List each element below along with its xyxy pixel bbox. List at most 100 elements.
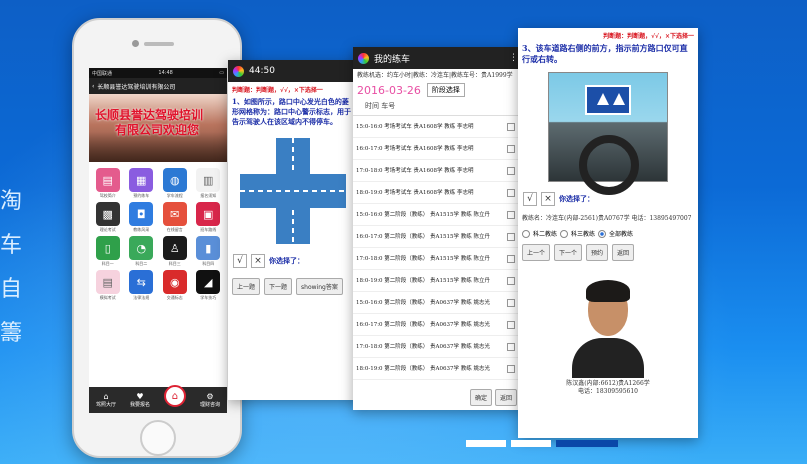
slot-row[interactable]: 18:0-19:0 考场考试车 贵A1608学 教练 李志明: [353, 182, 523, 204]
document-icon: ▥: [196, 168, 221, 192]
slot-checkbox[interactable]: [507, 188, 515, 197]
pager-dot-active[interactable]: [556, 440, 618, 447]
your-choice-label: 你选择了：: [269, 256, 304, 265]
slot-row[interactable]: 16:0-17:0 第二阶段（教练） 贵A1515学 教练 陈立丹: [353, 226, 523, 248]
prev-question-button[interactable]: 上一题: [232, 278, 261, 295]
slot-checkbox[interactable]: [507, 364, 515, 373]
slot-row[interactable]: 17:0-18:0 第二阶段（教练） 贵A1515学 教练 陈立丹: [353, 248, 523, 270]
slot-row[interactable]: 18:0-19:0 第二阶段（教练） 贵A0637学 教练 姚志光: [353, 358, 523, 380]
feature-tile[interactable]: ⇆ 法律法规: [126, 270, 158, 300]
feature-tile[interactable]: ◍ 学车流程: [159, 168, 191, 198]
feature-tile[interactable]: ▤ 驾校简介: [92, 168, 124, 198]
road-sign-image: [585, 85, 631, 115]
feature-label: 理论考试: [99, 227, 116, 232]
feature-tile[interactable]: ▤ 模拟考试: [92, 270, 124, 300]
slot-table-header: 时间 车号: [353, 97, 523, 116]
bottle-icon: ▮: [196, 236, 221, 260]
tab-hall[interactable]: ⌂ 驾照大厅: [96, 392, 116, 408]
tab-signup[interactable]: ♥ 我要报名: [130, 392, 150, 408]
feature-tile[interactable]: ▥ 报名须知: [193, 168, 225, 198]
slot-checkbox[interactable]: [507, 254, 515, 263]
center-home-button[interactable]: ⌂: [163, 385, 186, 407]
slot-checkbox[interactable]: [507, 144, 515, 153]
next-coach-button[interactable]: 下一个: [554, 244, 583, 261]
radio-subject2[interactable]: [522, 229, 530, 238]
pager-dot[interactable]: [511, 440, 551, 447]
status-time: 14:48: [158, 70, 173, 76]
book-button[interactable]: 预约: [586, 244, 609, 261]
slot-row[interactable]: 15:0-16:0 考场考试车 贵A1608学 教练 李志明: [353, 116, 523, 138]
feature-label: 班车路线: [200, 227, 217, 232]
status-bar: 中国联通 14:48 ▭: [89, 68, 227, 78]
answer-true-box[interactable]: √: [233, 254, 247, 268]
feature-tile[interactable]: ◢ 学车技巧: [193, 270, 225, 300]
feature-tile[interactable]: ▯ 科目一: [92, 236, 124, 266]
prev-coach-button[interactable]: 上一个: [522, 244, 551, 261]
slot-checkbox[interactable]: [507, 122, 515, 131]
settings-icon: ⚙: [206, 392, 214, 401]
slot-row[interactable]: 15:0-16:0 第二阶段（教练） 贵A1515学 教练 陈立丹: [353, 204, 523, 226]
feature-tile[interactable]: ▩ 理论考试: [92, 202, 124, 232]
slot-checkbox[interactable]: [507, 320, 515, 329]
feature-tile[interactable]: ✉ 在线留言: [159, 202, 191, 232]
slot-checkbox[interactable]: [507, 276, 515, 285]
road-horizontal: [240, 174, 346, 208]
slot-text: 18:0-19:0 第二阶段（教练） 贵A1515学 教练 陈立丹: [356, 277, 491, 284]
feature-tile[interactable]: ▮ 科目四: [193, 236, 225, 266]
slot-row[interactable]: 18:0-19:0 第二阶段（教练） 贵A1515学 教练 陈立丹: [353, 270, 523, 292]
coach-filter: 科二教练 科三教练 全部教练: [518, 226, 698, 241]
carrier-label: 中国联通: [92, 71, 113, 77]
tab-label: 理财咨询: [199, 402, 220, 408]
back-button[interactable]: 返回: [494, 389, 517, 406]
slot-row[interactable]: 17:0-18:0 第二阶段（教练） 贵A0637学 教练 姚志光: [353, 336, 523, 358]
slot-checkbox[interactable]: [507, 342, 515, 351]
feature-tile[interactable]: ▦ 预约练车: [126, 168, 158, 198]
person-icon: ♙: [162, 236, 187, 260]
phase-select[interactable]: 阶段选择: [426, 83, 465, 97]
slot-checkbox[interactable]: [507, 166, 515, 175]
slot-row[interactable]: 16:0-17:0 考场考试车 贵A1608学 教练 李志明: [353, 138, 523, 160]
home-button[interactable]: [140, 420, 176, 456]
intersection-image: [240, 138, 346, 244]
phone-mockup: 中国联通 14:48 ▭ ‹ 长顺县誉达驾驶培训有限公司 长顺县誉达驾驶培训 有…: [72, 18, 242, 458]
booking-date[interactable]: 2016-03-26: [357, 84, 421, 97]
slot-checkbox[interactable]: [507, 232, 515, 241]
radio-all[interactable]: [598, 229, 607, 238]
slot-row[interactable]: 16:0-17:0 第二阶段（教练） 贵A0637学 教练 姚志光: [353, 314, 523, 336]
feature-tile[interactable]: ◘ 教练风采: [126, 202, 158, 232]
back-icon[interactable]: ‹: [92, 83, 94, 90]
question-text: 3、该车道路右侧的前方，指示前方路口仅可直行或右转。: [522, 43, 688, 64]
radio-subject3[interactable]: [560, 229, 569, 238]
answer-false-box[interactable]: ×: [541, 192, 555, 206]
show-answer-button[interactable]: showing答案: [296, 278, 343, 295]
feature-tile[interactable]: ▣ 班车路线: [193, 202, 225, 232]
answer-true-box[interactable]: √: [523, 192, 537, 206]
app-icon: [358, 52, 369, 64]
phone-screen: 中国联通 14:48 ▭ ‹ 长顺县誉达驾驶培训有限公司 长顺县誉达驾驶培训 有…: [89, 68, 227, 413]
heart-icon: ♥: [136, 392, 144, 401]
slot-checkbox[interactable]: [507, 298, 515, 307]
slot-checkbox[interactable]: [507, 210, 515, 219]
slot-row[interactable]: 17:0-18:0 考场考试车 贵A1608学 教练 李志明: [353, 160, 523, 182]
feature-tile[interactable]: ♙ 科目三: [159, 236, 191, 266]
feature-label: 模拟考试: [99, 295, 116, 300]
next-question-button[interactable]: 下一题: [264, 278, 293, 295]
more-icon[interactable]: ⋮: [509, 53, 518, 63]
school-banner: 长顺县誉达驾驶培训 有限公司欢迎您: [89, 94, 227, 162]
feature-tile[interactable]: ◔ 科目二: [126, 236, 158, 266]
slot-text: 17:0-18:0 第二阶段（教练） 贵A1515学 教练 陈立丹: [356, 255, 491, 262]
keypad-icon: ▩: [95, 202, 120, 226]
slot-row[interactable]: 15:0-16:0 第二阶段（教练） 贵A0637学 教练 姚志光: [353, 292, 523, 314]
home-icon: ⌂: [103, 392, 109, 401]
side-char: 自: [0, 277, 23, 302]
pager-dot[interactable]: [466, 440, 506, 447]
feature-tile[interactable]: ◉ 交通标志: [159, 270, 191, 300]
speed-sign-icon: ◉: [162, 270, 187, 294]
return-button[interactable]: 返回: [612, 244, 635, 261]
answer-false-box[interactable]: ×: [251, 254, 265, 268]
feature-label: 科目三: [168, 261, 181, 266]
tab-consult[interactable]: ⚙ 理财咨询: [200, 392, 220, 408]
slot-text: 16:0-17:0 考场考试车 贵A1608学 教练 李志明: [356, 145, 474, 152]
confirm-button[interactable]: 确定: [469, 389, 492, 406]
feature-label: 科目一: [101, 261, 114, 266]
